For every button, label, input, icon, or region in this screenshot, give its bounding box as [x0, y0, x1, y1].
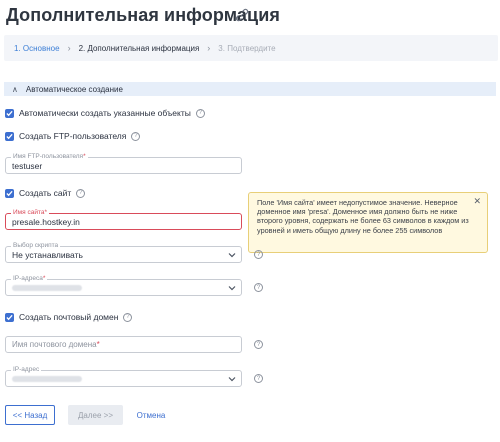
step-confirm: 3. Подтвердите [218, 43, 276, 53]
cancel-button[interactable]: Отмена [134, 405, 168, 425]
script-select-value: Не устанавливать [12, 249, 83, 260]
ip-address2-select[interactable]: IP-адрес [5, 365, 242, 387]
ip-address-label: IP-адреса [13, 275, 43, 282]
auto-create-checkbox-row[interactable]: Автоматически создать указанные объекты … [5, 108, 205, 118]
script-select[interactable]: Выбор скрипта Не устанавливать [5, 241, 242, 263]
help-icon[interactable]: ? [76, 188, 86, 198]
site-name-label: Имя сайта [13, 209, 45, 216]
mail-domain-label: Создать почтовый домен [19, 312, 119, 322]
help-icon[interactable]: ? [131, 131, 141, 141]
ftp-user-name-value: testuser [12, 160, 43, 171]
step-basic[interactable]: 1. Основное [14, 44, 60, 53]
mail-domain-name-field[interactable]: Имя почтового домена* [5, 336, 242, 353]
link-icon[interactable] [235, 8, 249, 22]
help-icon[interactable]: ? [123, 312, 133, 322]
checkmark-icon [6, 133, 13, 139]
auto-create-label: Автоматически создать указанные объекты [19, 108, 191, 118]
site-label: Создать сайт [19, 188, 72, 198]
checkmark-icon [6, 110, 13, 116]
auto-create-checkbox[interactable] [5, 108, 14, 118]
checkmark-icon [6, 314, 13, 320]
chevron-down-icon [228, 377, 236, 382]
section-title: Автоматическое создание [25, 84, 123, 94]
help-icon[interactable]: ? [195, 108, 205, 118]
error-tooltip: Поле 'Имя сайта' имеет недопустимое знач… [248, 192, 488, 253]
next-button[interactable]: Далее >> [68, 405, 123, 425]
ftp-user-name-field[interactable]: Имя FTP-пользователя* testuser [5, 152, 242, 174]
script-select-label: Выбор скрипта [11, 241, 61, 251]
ftp-user-name-label: Имя FTP-пользователя [13, 153, 84, 160]
mail-domain-name-placeholder: Имя почтового домена [12, 340, 97, 349]
chevron-right-icon: › [207, 43, 211, 53]
help-icon[interactable]: ? [254, 250, 263, 259]
step-additional-info: 2. Дополнительная информация [78, 43, 200, 53]
site-checkbox-row[interactable]: Создать сайт ? [5, 188, 86, 198]
chevron-down-icon [228, 286, 236, 291]
help-icon[interactable]: ? [254, 283, 263, 292]
site-name-value: presale.hostkey.in [12, 216, 80, 227]
ip-address-select[interactable]: IP-адреса* [5, 274, 242, 296]
ip-address-value-redacted [12, 284, 82, 291]
error-tooltip-text: Поле 'Имя сайта' имеет недопустимое знач… [257, 198, 469, 235]
close-icon[interactable]: ✕ [473, 196, 481, 206]
help-icon[interactable]: ? [254, 340, 263, 349]
ftp-user-checkbox[interactable] [5, 131, 14, 141]
chevron-up-icon: ∧ [12, 84, 18, 94]
ip-address2-label: IP-адрес [11, 365, 42, 375]
ftp-user-checkbox-row[interactable]: Создать FTP-пользователя ? [5, 131, 141, 141]
mail-domain-checkbox[interactable] [5, 312, 14, 322]
mail-domain-checkbox-row[interactable]: Создать почтовый домен ? [5, 312, 133, 322]
checkmark-icon [6, 190, 13, 196]
section-auto-create[interactable]: ∧ Автоматическое создание [4, 82, 496, 96]
help-icon[interactable]: ? [254, 374, 263, 383]
back-button[interactable]: << Назад [5, 405, 55, 425]
ftp-user-label: Создать FTP-пользователя [19, 131, 127, 141]
ip-address2-value-redacted [12, 375, 82, 382]
chevron-right-icon: › [67, 43, 71, 53]
chevron-down-icon [228, 253, 236, 258]
site-checkbox[interactable] [5, 188, 14, 198]
wizard-stepper: 1. Основное › 2. Дополнительная информац… [4, 35, 498, 61]
site-name-field[interactable]: Имя сайта* presale.hostkey.in [5, 208, 242, 230]
